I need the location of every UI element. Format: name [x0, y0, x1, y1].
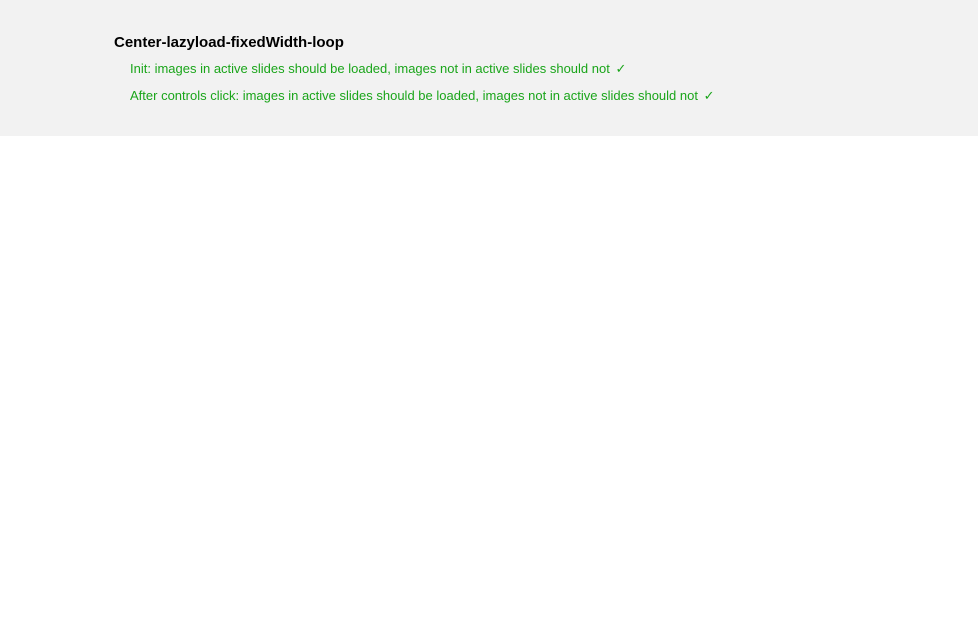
- test-suite-title: Center-lazyload-fixedWidth-loop: [114, 34, 978, 51]
- test-result-text: Init: images in active slides should be …: [130, 61, 610, 76]
- test-result-row: Init: images in active slides should be …: [130, 59, 978, 79]
- test-result-row: After controls click: images in active s…: [130, 86, 978, 106]
- test-result-text: After controls click: images in active s…: [130, 88, 698, 103]
- checkmark-icon: ✓: [615, 61, 626, 76]
- checkmark-icon: ✓: [704, 88, 715, 103]
- test-panel: Center-lazyload-fixedWidth-loop Init: im…: [0, 0, 978, 136]
